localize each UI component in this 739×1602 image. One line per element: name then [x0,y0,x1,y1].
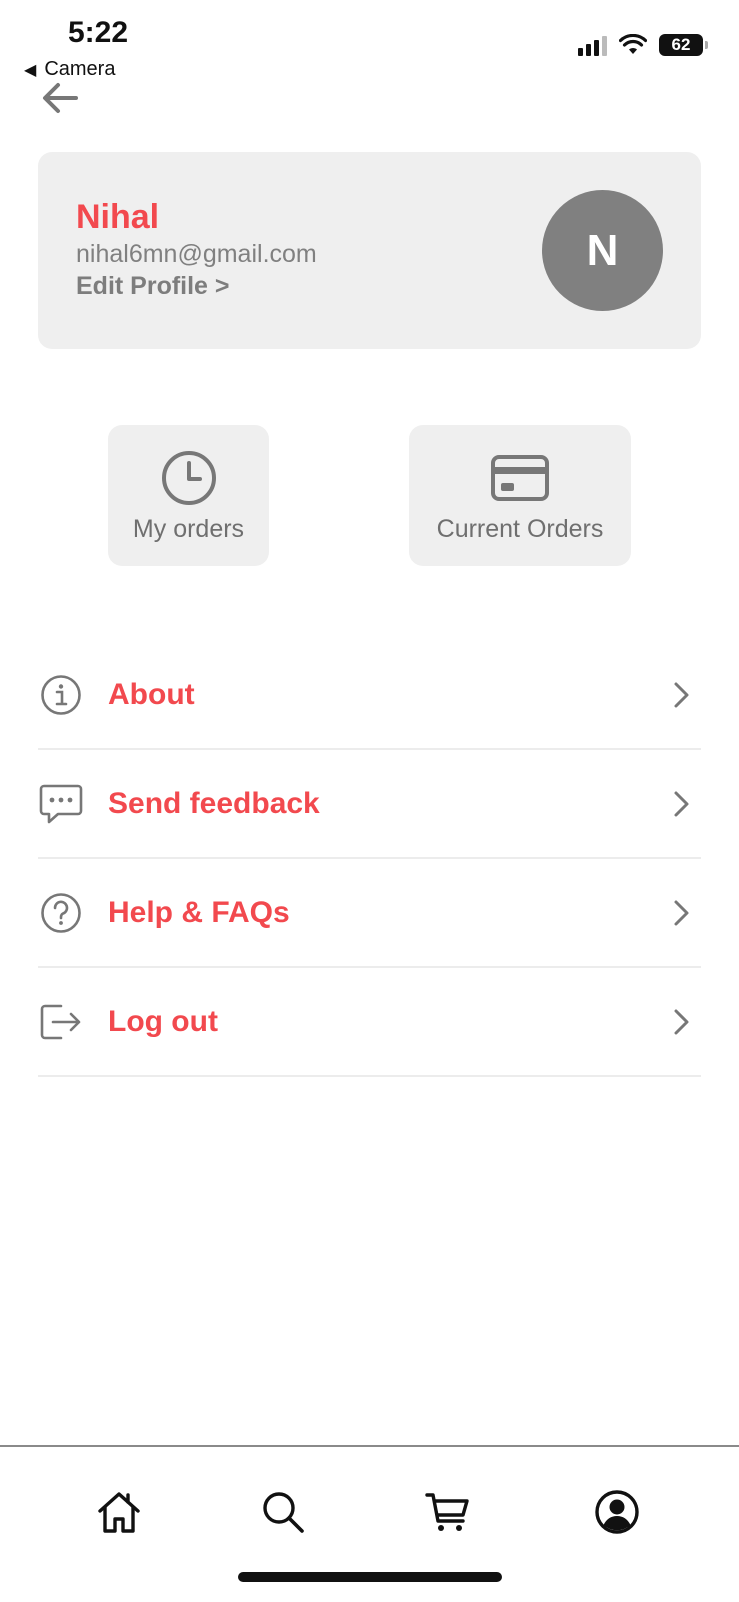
home-indicator [238,1572,502,1582]
nav-home-button[interactable] [94,1487,144,1537]
chevron-right-icon [674,1009,689,1034]
search-icon [263,1492,304,1533]
menu-item-label: Log out [108,1004,218,1038]
status-time: 5:22 [68,16,129,49]
my-orders-label: My orders [132,515,245,543]
info-icon [41,674,81,715]
menu-item-help-faqs[interactable]: Help & FAQs [38,859,701,968]
menu-item-label: About [108,677,195,711]
profile-email: nihal6mn@gmail.com [76,240,317,268]
chevron-right-icon [674,791,689,816]
cart-icon [425,1493,469,1531]
credit-card-icon [491,455,549,501]
chevron-right-icon [674,900,689,925]
battery-icon: 62 [659,34,708,56]
menu-item-send-feedback[interactable]: Send feedback [38,750,701,859]
current-orders-label: Current Orders [436,515,604,543]
profile-name: Nihal [76,198,160,236]
avatar: N [542,190,663,311]
back-arrow-button[interactable] [40,80,80,116]
arrow-left-icon [43,83,78,113]
nav-search-button[interactable] [258,1487,308,1537]
my-orders-button[interactable]: My orders [108,425,269,566]
wifi-icon [619,34,647,54]
status-icons: 62 [578,34,708,56]
chat-bubble-icon [39,784,83,823]
back-triangle-icon: ◀ [24,61,37,79]
home-icon [98,1492,140,1533]
menu-item-label: Send feedback [108,786,320,820]
menu-item-about[interactable]: About [38,641,701,750]
logout-icon [40,1004,81,1039]
menu-item-label: Help & FAQs [108,895,290,929]
edit-profile-link[interactable]: Edit Profile > [76,272,230,301]
back-to-app-link[interactable]: ◀ Camera [24,58,115,81]
cellular-signal-icon [578,34,607,56]
chevron-right-icon [674,682,689,707]
settings-menu: About Send feedback Help & FAQs Log out [38,641,701,1077]
question-icon [41,892,81,933]
nav-account-button[interactable] [592,1487,642,1537]
profile-card: Nihal nihal6mn@gmail.com Edit Profile > … [38,152,701,349]
menu-item-log-out[interactable]: Log out [38,968,701,1077]
clock-icon [161,451,216,505]
nav-cart-button[interactable] [422,1487,472,1537]
current-orders-button[interactable]: Current Orders [409,425,631,566]
account-icon [595,1490,639,1534]
back-app-label: Camera [44,58,116,80]
